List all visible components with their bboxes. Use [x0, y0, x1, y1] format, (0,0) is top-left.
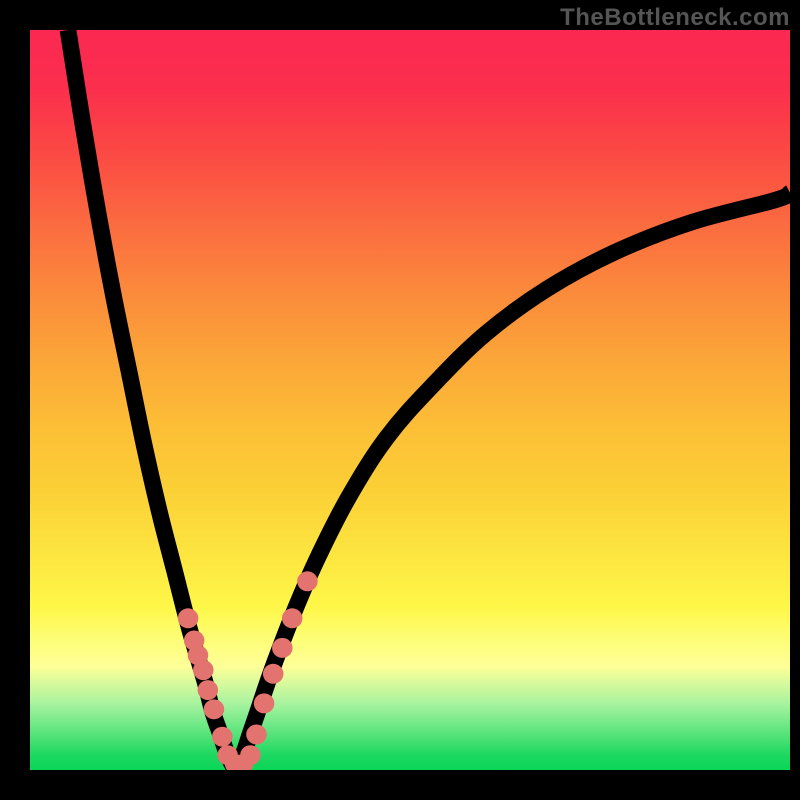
data-dot: [246, 724, 267, 744]
data-dot: [240, 745, 261, 765]
data-dot: [297, 571, 318, 591]
left-curve: [68, 30, 235, 770]
data-dot: [282, 608, 303, 628]
watermark-text: TheBottleneck.com: [560, 4, 790, 32]
data-dot: [254, 693, 275, 713]
curves-svg: [30, 30, 790, 770]
right-curve: [235, 193, 790, 770]
plot-area: [30, 30, 790, 770]
data-dot: [178, 608, 199, 628]
data-dot: [204, 699, 225, 719]
data-dot: [212, 727, 233, 747]
data-dot: [263, 664, 284, 684]
data-dot: [193, 660, 214, 680]
data-dot: [272, 638, 293, 658]
chart-frame: TheBottleneck.com: [0, 0, 800, 800]
data-dot: [198, 680, 219, 700]
